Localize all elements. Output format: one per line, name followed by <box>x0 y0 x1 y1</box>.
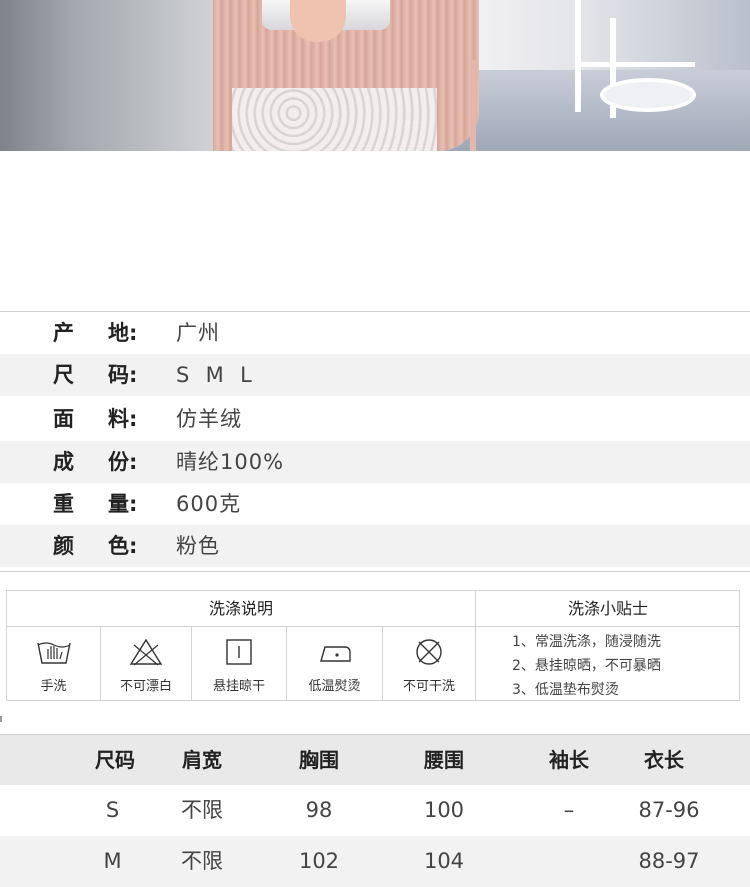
size-cell: 不限 <box>181 798 223 822</box>
spec-value: 粉色 <box>176 534 220 558</box>
spec-value: 600克 <box>176 492 242 516</box>
size-cell: 98 <box>305 798 333 822</box>
spec-value: 广州 <box>176 321 220 345</box>
spec-value: S M L <box>176 363 253 387</box>
size-cell: M <box>103 849 122 873</box>
wash-item-label: 不可漂白 <box>119 679 172 694</box>
wash-tips-title: 洗涤小贴士 <box>476 591 740 627</box>
spec-key: 码: <box>108 363 138 387</box>
photo-lace-skirt <box>232 88 437 151</box>
wash-tip: 2、悬挂晾晒，不可暴晒 <box>512 658 661 674</box>
spec-key: 成 <box>53 450 74 474</box>
wash-item-label: 手洗 <box>40 679 67 694</box>
spec-row: 面 料: 仿羊绒 <box>0 398 750 440</box>
spec-key: 地: <box>108 321 138 345</box>
wash-item-label: 悬挂晾干 <box>212 679 265 694</box>
spec-table: 产 地: 广州 尺 码: S M L 面 料: 仿羊绒 成 份: 晴纶100% … <box>0 311 750 572</box>
spec-row: 尺 码: S M L <box>0 354 750 396</box>
photo-stand <box>575 0 581 112</box>
hang-dry-icon <box>226 639 252 665</box>
size-cell: 104 <box>423 849 465 873</box>
size-cell: 102 <box>298 849 340 873</box>
wash-item: 悬挂晾干 <box>192 627 287 700</box>
size-cell: 不限 <box>181 849 223 873</box>
spec-row: 产 地: 广州 <box>0 312 750 354</box>
spec-key: 色: <box>108 534 138 558</box>
spec-key: 颜 <box>53 534 74 558</box>
size-header-cell: 衣长 <box>644 748 684 772</box>
spec-key: 量: <box>108 492 138 516</box>
product-photo <box>0 0 750 151</box>
spec-key: 尺 <box>53 363 74 387</box>
size-cell: 87-96 <box>638 798 700 822</box>
size-table-header: 尺码 肩宽 胸围 腰围 袖长 衣长 <box>0 735 750 785</box>
wash-item: 低温熨烫 <box>287 627 383 700</box>
spec-key: 重 <box>53 492 74 516</box>
wash-title: 洗涤说明 <box>7 591 476 627</box>
spec-key: 产 <box>53 321 74 345</box>
hand-wash-icon <box>36 642 71 664</box>
photo-wall <box>0 0 215 151</box>
spec-key: 份: <box>108 450 138 474</box>
wash-item-label: 不可干洗 <box>402 679 455 694</box>
spec-row: 成 份: 晴纶100% <box>0 441 750 483</box>
wash-item: 不可干洗 <box>383 627 476 700</box>
spec-key: 料: <box>108 407 138 431</box>
size-header-cell: 袖长 <box>549 748 589 772</box>
size-cell: – <box>563 798 575 822</box>
spec-value: 仿羊绒 <box>176 407 242 431</box>
photo-stand <box>575 62 695 67</box>
wash-item: 手洗 <box>7 627 101 700</box>
size-header-cell: 肩宽 <box>182 748 222 772</box>
size-cell: S <box>105 798 120 822</box>
wash-tip: 3、低温垫布熨烫 <box>512 682 619 698</box>
size-header-cell: 尺码 <box>95 748 135 772</box>
photo-ribbon <box>470 60 476 151</box>
size-table-row: S 不限 98 100 – 87-96 <box>0 785 750 836</box>
size-table: 尺码 肩宽 胸围 腰围 袖长 衣长 S 不限 98 100 – 87-96 M … <box>0 734 750 887</box>
photo-stand-base <box>600 78 696 112</box>
wash-tips: 1、常温洗涤，随浸随洗 2、悬挂晾晒，不可暴晒 3、低温垫布熨烫 <box>476 627 740 700</box>
wash-item: 不可漂白 <box>101 627 192 700</box>
no-bleach-icon <box>129 638 163 666</box>
size-header-cell: 腰围 <box>424 748 464 772</box>
wash-item-label: 低温熨烫 <box>308 679 361 694</box>
spec-value: 晴纶100% <box>176 450 285 474</box>
size-cell: 88-97 <box>638 849 700 873</box>
spec-row: 颜 色: 粉色 <box>0 525 750 567</box>
size-header-cell: 胸围 <box>299 748 339 772</box>
spec-row: 重 量: 600克 <box>0 483 750 525</box>
size-cell: 100 <box>423 798 465 822</box>
divider-mark <box>0 716 2 722</box>
no-dry-clean-icon <box>416 639 442 665</box>
low-iron-icon <box>319 646 351 662</box>
spec-key: 面 <box>53 407 74 431</box>
size-table-row: M 不限 102 104 88-97 <box>0 836 750 887</box>
wash-table: 洗涤说明 洗涤小贴士 手洗 不可漂白 悬挂晾干 低温熨烫 不可干洗 1、常温洗涤… <box>6 590 740 701</box>
wash-tip: 1、常温洗涤，随浸随洗 <box>512 634 661 650</box>
